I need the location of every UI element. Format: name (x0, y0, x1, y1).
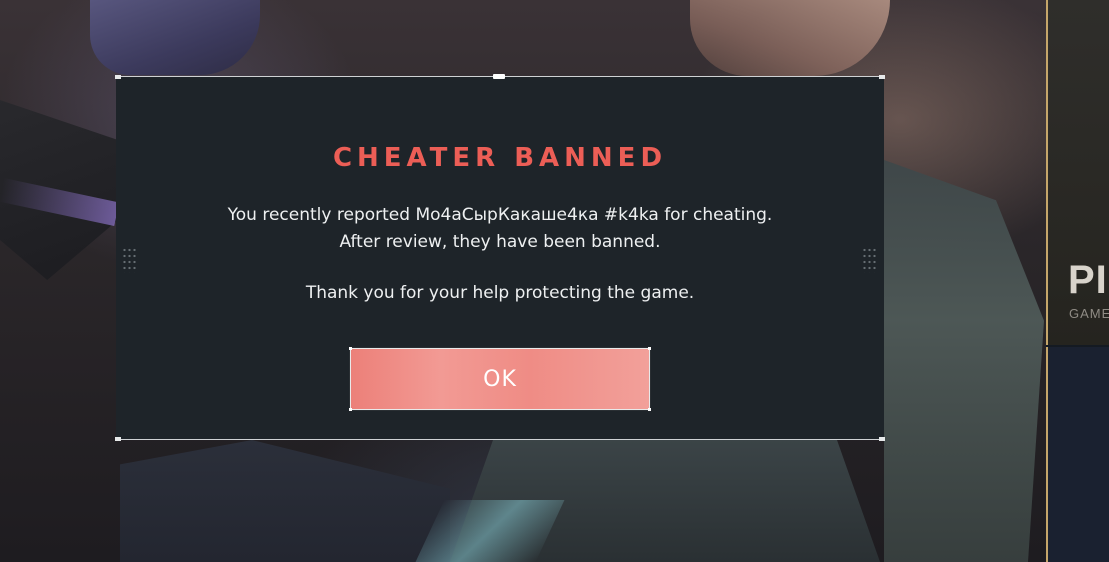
button-corner-marker (349, 347, 352, 350)
dialog-thanks-message: Thank you for your help protecting the g… (305, 283, 695, 303)
side-card-secondary[interactable] (1046, 347, 1109, 562)
background-character-left (90, 0, 260, 75)
side-card-heading: PIC (1068, 258, 1109, 302)
corner-marker (115, 75, 121, 79)
background-shape-bottom-left (120, 440, 450, 562)
button-corner-marker (648, 408, 651, 411)
ok-button-label: OK (483, 366, 517, 392)
ban-notification-dialog: CHEATER BANNED You recently reported Mo4… (115, 74, 885, 441)
corner-marker (879, 75, 885, 79)
dialog-message-line: You recently reported Mo4aСырКакаше4ка #… (227, 205, 773, 225)
button-corner-marker (648, 347, 651, 350)
corner-marker (879, 437, 885, 441)
dialog-title: CHEATER BANNED (332, 143, 668, 173)
button-corner-marker (349, 408, 352, 411)
background-character-body (884, 160, 1044, 562)
game-background: PIC GAME CHEATER BANNED You recently rep… (0, 0, 1109, 562)
dialog-message-line: After review, they have been banned. (339, 232, 661, 252)
dialog-notch (493, 74, 505, 79)
ok-button[interactable]: OK (349, 347, 651, 411)
side-card-subheading: GAME (1069, 306, 1109, 321)
background-character-right (690, 0, 890, 76)
corner-marker (115, 437, 121, 441)
